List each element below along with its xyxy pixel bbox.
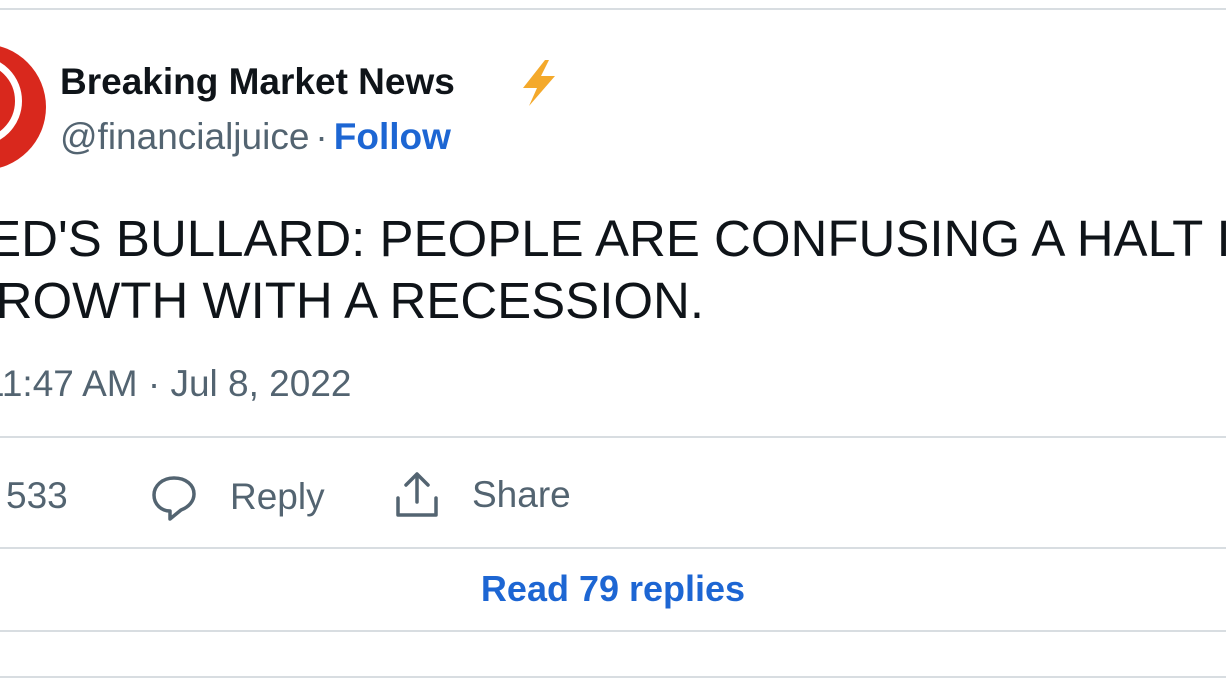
tweet-text: FED'S BULLARD: PEOPLE ARE CONFUSING A HA…: [0, 208, 1226, 332]
separator-dot: ·: [315, 116, 328, 157]
handle-row: @financialjuice · Follow: [60, 115, 451, 159]
tweet-timestamp[interactable]: 11:47 AM · Jul 8, 2022: [0, 362, 352, 406]
account-handle[interactable]: @financialjuice: [60, 116, 309, 157]
lightning-bolt-icon: [523, 60, 555, 106]
divider: [0, 547, 1226, 549]
avatar[interactable]: [0, 44, 46, 170]
speech-bubble-icon: [152, 476, 196, 521]
tweet-text-line: FED'S BULLARD: PEOPLE ARE CONFUSING A HA…: [0, 210, 1226, 267]
divider: [0, 676, 1226, 678]
share-label: Share: [472, 474, 571, 515]
share-upload-icon: [396, 472, 438, 517]
tweet-card: Breaking Market News @financialjuice · Fol…: [0, 0, 1226, 690]
top-divider: [0, 8, 1226, 10]
likes-count[interactable]: 533: [6, 474, 68, 518]
divider: [0, 436, 1226, 438]
reply-label: Reply: [230, 476, 325, 517]
divider: [0, 630, 1226, 632]
read-replies-link[interactable]: Read 79 replies: [0, 566, 1226, 612]
follow-button[interactable]: Follow: [334, 116, 451, 157]
reply-button[interactable]: Reply: [150, 470, 325, 524]
share-button[interactable]: Share: [392, 468, 571, 522]
avatar-logo-ring: [0, 56, 22, 146]
display-name[interactable]: Breaking Market News: [60, 60, 455, 104]
tweet-text-line: GROWTH WITH A RECESSION.: [0, 272, 705, 329]
